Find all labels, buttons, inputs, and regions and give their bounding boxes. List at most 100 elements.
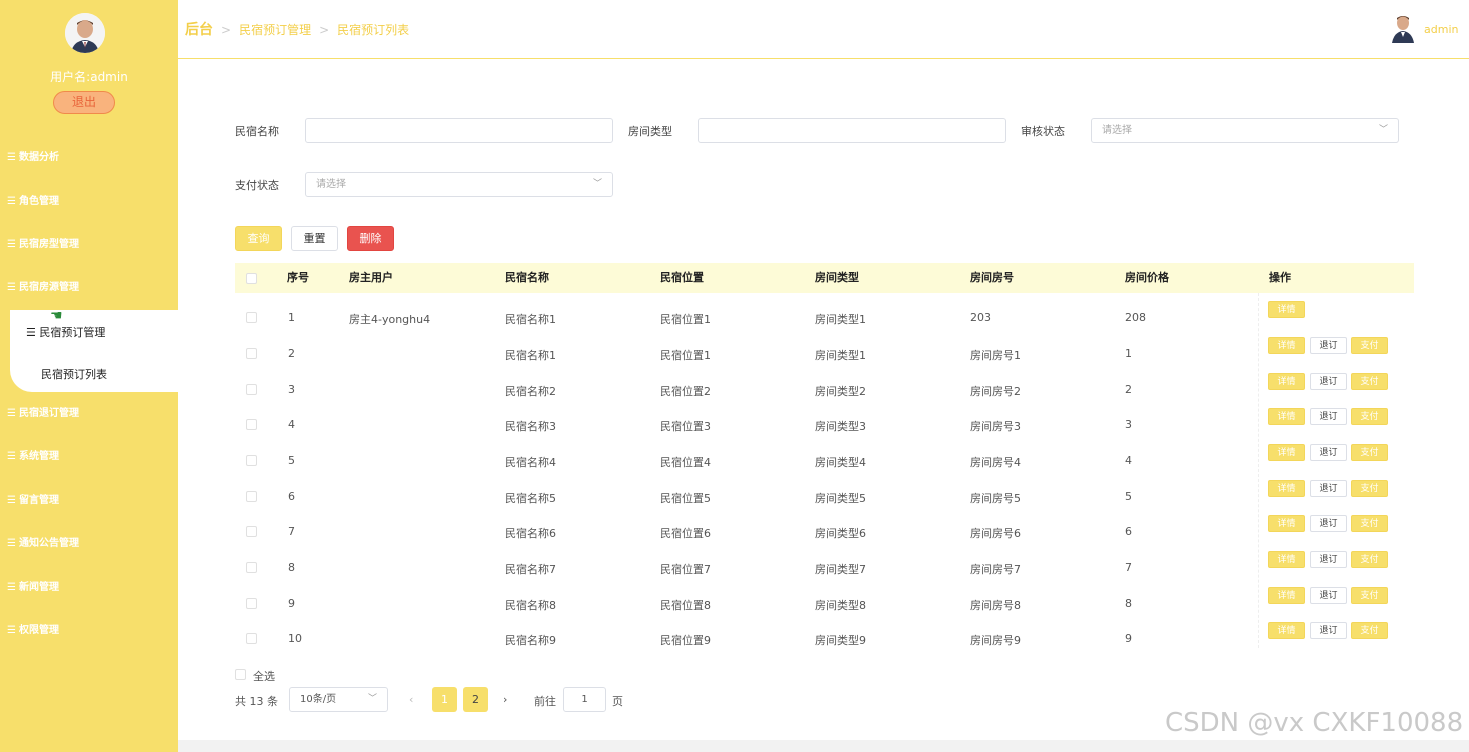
table-cell: 民宿名称1 (505, 313, 556, 326)
pay-button[interactable]: 支付 (1351, 444, 1388, 461)
row-checkbox[interactable] (246, 348, 257, 359)
table-cell: 民宿名称9 (505, 634, 556, 647)
detail-button[interactable]: 详情 (1268, 622, 1305, 639)
pay-button[interactable]: 支付 (1351, 373, 1388, 390)
table-cell: 房间房号9 (970, 634, 1021, 647)
table-cell: 5 (1125, 490, 1132, 503)
menu-item-role[interactable]: ☰ 角色管理 (7, 192, 59, 212)
page-number-current[interactable]: 1 (432, 687, 457, 712)
menu-item-booking[interactable]: ☰ 民宿预订管理 (26, 324, 105, 340)
table-cell: 民宿名称3 (505, 420, 556, 433)
menu-item-room-type[interactable]: ☰ 民宿房型管理 (7, 235, 79, 255)
table-cell: 民宿位置1 (660, 349, 711, 362)
table-cell: 6 (288, 490, 295, 503)
bottom-scrollbar[interactable] (178, 740, 1469, 752)
detail-button[interactable]: 详情 (1268, 444, 1305, 461)
table-cell: 民宿名称7 (505, 563, 556, 576)
row-checkbox[interactable] (246, 419, 257, 430)
filter-name-label: 民宿名称 (235, 125, 279, 138)
select-all-header-checkbox[interactable] (246, 273, 257, 284)
detail-button[interactable]: 详情 (1268, 551, 1305, 568)
cancel-button[interactable]: 退订 (1310, 480, 1347, 497)
detail-button[interactable]: 详情 (1268, 373, 1305, 390)
detail-button[interactable]: 详情 (1268, 515, 1305, 532)
filter-pay-select[interactable]: 请选择 ﹀ (305, 172, 613, 197)
user-avatar (65, 13, 105, 53)
menu-item-notices[interactable]: ☰ 通知公告管理 (7, 534, 79, 554)
select-all-label: 全选 (253, 670, 275, 683)
list-icon: ☰ (7, 625, 16, 636)
menu-item-room-source[interactable]: ☰ 民宿房源管理 (7, 278, 79, 298)
table-cell: 房间房号3 (970, 420, 1021, 433)
table-cell: 4 (288, 418, 295, 431)
table-cell: 民宿位置2 (660, 385, 711, 398)
delete-button[interactable]: 删除 (347, 226, 394, 251)
chevron-down-icon: ﹀ (367, 694, 377, 704)
pay-button[interactable]: 支付 (1351, 551, 1388, 568)
menu-item-news[interactable]: ☰ 新闻管理 (7, 578, 59, 598)
topbar-avatar[interactable] (1391, 13, 1415, 43)
row-checkbox[interactable] (246, 562, 257, 573)
cancel-button[interactable]: 退订 (1310, 408, 1347, 425)
pay-button[interactable]: 支付 (1351, 622, 1388, 639)
table-cell: 房间类型3 (815, 420, 866, 433)
hand-cursor-icon: ☚ (50, 308, 63, 324)
goto-label: 前往 (534, 695, 556, 708)
filter-audit-select[interactable]: 请选择 ﹀ (1091, 118, 1399, 143)
menu-item-data-analysis[interactable]: ☰ 数据分析 (7, 148, 59, 168)
detail-button[interactable]: 详情 (1268, 408, 1305, 425)
breadcrumb-level1[interactable]: 民宿预订管理 (239, 23, 311, 37)
row-checkbox[interactable] (246, 633, 257, 644)
pay-button[interactable]: 支付 (1351, 337, 1388, 354)
row-checkbox[interactable] (246, 598, 257, 609)
next-page-icon[interactable]: › (503, 693, 507, 706)
menu-item-messages[interactable]: ☰ 留言管理 (7, 491, 59, 511)
detail-button[interactable]: 详情 (1268, 480, 1305, 497)
pay-button[interactable]: 支付 (1351, 408, 1388, 425)
detail-button[interactable]: 详情 (1268, 337, 1305, 354)
table-cell: 9 (1125, 632, 1132, 645)
row-checkbox[interactable] (246, 526, 257, 537)
cancel-button[interactable]: 退订 (1310, 587, 1347, 604)
detail-button[interactable]: 详情 (1268, 301, 1305, 318)
filter-name-input[interactable] (305, 118, 613, 143)
row-checkbox[interactable] (246, 312, 257, 323)
row-checkbox[interactable] (246, 384, 257, 395)
table-cell: 8 (1125, 597, 1132, 610)
page-size-select[interactable]: 10条/页 ﹀ (289, 687, 388, 712)
reset-button[interactable]: 重置 (291, 226, 338, 251)
cancel-button[interactable]: 退订 (1310, 515, 1347, 532)
goto-page-input[interactable]: 1 (563, 687, 606, 712)
row-checkbox[interactable] (246, 491, 257, 502)
cancel-button[interactable]: 退订 (1310, 551, 1347, 568)
page-number[interactable]: 2 (463, 687, 488, 712)
prev-page-icon[interactable]: ‹ (409, 693, 413, 706)
topbar-username[interactable]: admin (1424, 23, 1458, 36)
submenu-item-booking-list[interactable]: 民宿预订列表 (41, 366, 107, 382)
menu-item-cancellation[interactable]: ☰ 民宿退订管理 (7, 404, 79, 424)
select-all-checkbox[interactable] (235, 669, 246, 680)
cancel-button[interactable]: 退订 (1310, 622, 1347, 639)
list-icon: ☰ (7, 582, 16, 593)
breadcrumb-root[interactable]: 后台 (185, 22, 213, 38)
menu-item-system[interactable]: ☰ 系统管理 (7, 447, 59, 467)
menu-item-permissions[interactable]: ☰ 权限管理 (7, 621, 59, 641)
column-divider (1258, 293, 1259, 648)
column-header: 民宿名称 (505, 271, 549, 284)
column-header: 房间房号 (970, 271, 1014, 284)
detail-button[interactable]: 详情 (1268, 587, 1305, 604)
row-checkbox[interactable] (246, 455, 257, 466)
total-count: 共 13 条 (235, 695, 278, 708)
pay-button[interactable]: 支付 (1351, 480, 1388, 497)
table-cell: 7 (1125, 561, 1132, 574)
cancel-button[interactable]: 退订 (1310, 337, 1347, 354)
pay-button[interactable]: 支付 (1351, 515, 1388, 532)
logout-button[interactable]: 退出 (53, 91, 115, 114)
table-cell: 民宿名称8 (505, 599, 556, 612)
pay-button[interactable]: 支付 (1351, 587, 1388, 604)
cancel-button[interactable]: 退订 (1310, 444, 1347, 461)
query-button[interactable]: 查询 (235, 226, 282, 251)
cancel-button[interactable]: 退订 (1310, 373, 1347, 390)
table-cell: 民宿位置3 (660, 420, 711, 433)
filter-type-input[interactable] (698, 118, 1006, 143)
